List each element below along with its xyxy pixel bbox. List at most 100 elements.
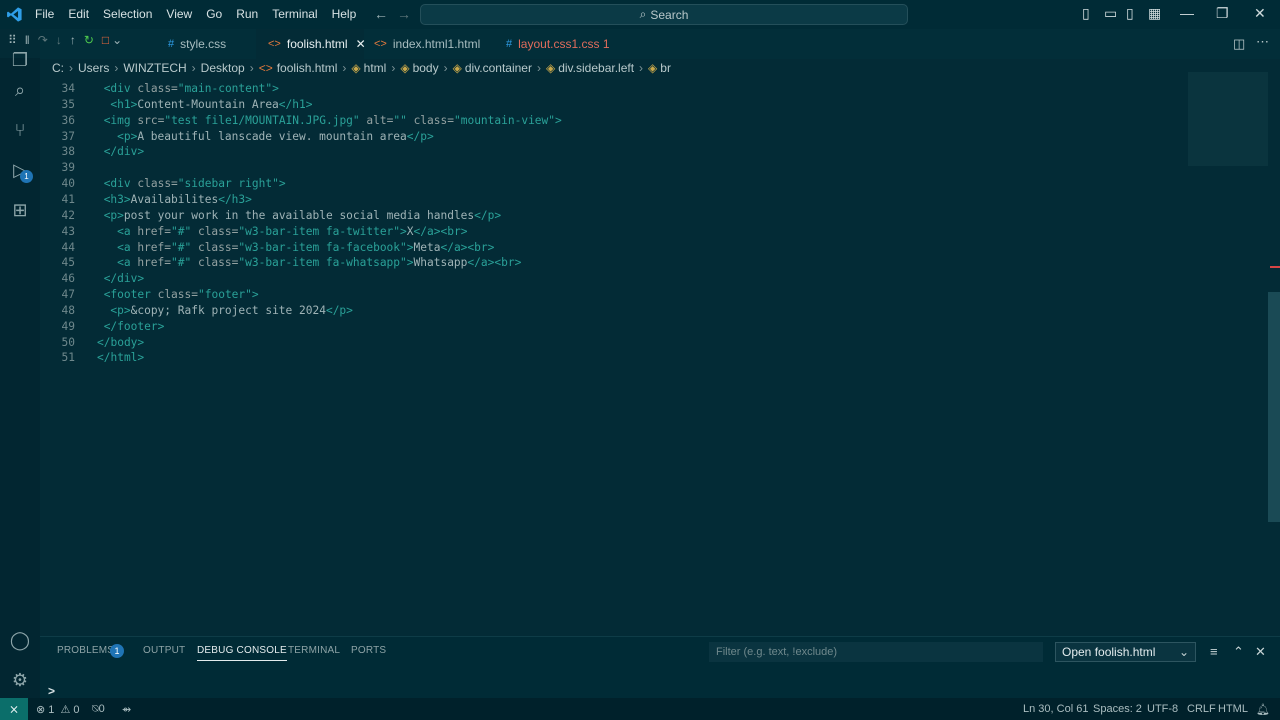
tab-style-css[interactable]: # style.css — [160, 29, 256, 59]
crumb-html[interactable]: html — [364, 61, 387, 75]
crumb-desktop[interactable]: Desktop — [201, 61, 245, 75]
code-line[interactable]: 50 </body> — [40, 335, 145, 351]
tab-problems[interactable]: PROBLEMS — [57, 645, 114, 656]
toggle-panel-icon[interactable]: ▭ — [1104, 5, 1117, 22]
menu-view[interactable]: View — [159, 0, 199, 29]
maximize-panel-icon[interactable]: ⌃ — [1233, 644, 1244, 660]
code-line[interactable]: 45 <a href="#" class="w3-bar-item fa-what… — [40, 255, 522, 271]
command-center-search[interactable]: ⌕ Search — [420, 4, 908, 25]
code-line[interactable]: 41 <h3>Availabilites</h3> — [40, 192, 252, 208]
cursor-position[interactable]: Ln 30, Col 61 — [1023, 703, 1088, 715]
remote-indicator-icon[interactable]: ⨯ — [0, 698, 28, 720]
tab-layout-css[interactable]: # layout.css1.css 1 — [494, 29, 624, 59]
launch-config-select[interactable]: Open foolish.html ⌄ — [1055, 642, 1196, 662]
minimize-icon[interactable]: — — [1180, 5, 1194, 21]
back-arrow-icon[interactable]: ← — [374, 6, 388, 22]
menu-file[interactable]: File — [28, 0, 61, 29]
code-line[interactable]: 36 <img src="test file1/MOUNTAIN.JPG.jpg"… — [40, 113, 562, 129]
clear-console-icon[interactable]: ≡ — [1210, 644, 1218, 659]
tab-foolish-html[interactable]: <> foolish.html ✕ — [256, 29, 366, 59]
menu-selection[interactable]: Selection — [96, 0, 159, 29]
code-line[interactable]: 38 </div> — [40, 144, 145, 160]
tab-ports[interactable]: PORTS — [351, 645, 386, 656]
manage-gear-icon[interactable]: ⚙ — [8, 668, 32, 692]
code-line[interactable]: 44 <a href="#" class="w3-bar-item fa-face… — [40, 240, 495, 256]
crumb-file[interactable]: foolish.html — [277, 61, 338, 75]
code-line[interactable]: 34 <div class="main-content"> — [40, 81, 279, 97]
extensions-icon[interactable]: ⊞ — [8, 198, 32, 222]
code-line[interactable]: 35 <h1>Content-Mountain Area</h1> — [40, 97, 313, 113]
crumb-br[interactable]: br — [660, 61, 671, 75]
tab-output[interactable]: OUTPUT — [143, 645, 185, 656]
crumb-user[interactable]: WINZTECH — [123, 61, 186, 75]
menu-run[interactable]: Run — [229, 0, 265, 29]
pause-icon[interactable]: ‖ — [25, 33, 30, 47]
menu-edit[interactable]: Edit — [61, 0, 96, 29]
error-marker — [1270, 266, 1280, 268]
code-line[interactable]: 48 <p>&copy; Rafk project site 2024</p> — [40, 303, 353, 319]
stop-icon[interactable]: □ — [102, 33, 109, 47]
search-icon[interactable]: ⌕ — [8, 78, 32, 102]
code-line[interactable]: 40 <div class="sidebar right"> — [40, 176, 286, 192]
more-actions-icon[interactable]: ⋯ — [1256, 34, 1269, 50]
errors-indicator[interactable]: ⊗ 1 ⚠ 0 — [36, 703, 80, 716]
menu-terminal[interactable]: Terminal — [265, 0, 324, 29]
chevron-right-icon: › — [69, 61, 73, 75]
step-out-icon[interactable]: ↑ — [70, 33, 76, 47]
editor-scrollbar[interactable] — [1268, 292, 1280, 522]
code-line[interactable]: 37 <p>A beautiful lanscade view. mountain… — [40, 129, 434, 145]
debug-filter-input[interactable] — [709, 642, 1043, 662]
code-line[interactable]: 51 </html> — [40, 350, 145, 366]
code-line[interactable]: 46 </div> — [40, 271, 145, 287]
crumb-body[interactable]: body — [413, 61, 439, 75]
account-icon[interactable]: ◯ — [8, 628, 32, 652]
tab-terminal[interactable]: TERMINAL — [288, 645, 340, 656]
drag-handle-icon[interactable]: ⠿ — [8, 33, 17, 47]
chevron-right-icon: › — [114, 61, 119, 75]
console-prompt[interactable]: > — [48, 684, 55, 698]
minimap[interactable] — [1188, 72, 1268, 166]
symbol-icon: ◈ — [545, 61, 556, 75]
indentation[interactable]: Spaces: 2 — [1093, 703, 1142, 715]
crumb-drive[interactable]: C: — [52, 61, 64, 75]
explorer-icon[interactable]: ❐ — [8, 48, 32, 72]
toggle-secondary-sidebar-icon[interactable]: ▯ — [1126, 5, 1134, 22]
code-line[interactable]: 39 — [40, 160, 75, 176]
line-number: 36 — [61, 113, 75, 127]
source-control-icon[interactable]: ⑂ — [8, 118, 32, 142]
close-panel-icon[interactable]: ✕ — [1255, 644, 1266, 660]
restart-icon[interactable]: ↻ — [84, 33, 94, 47]
vscode-logo-icon — [7, 7, 22, 22]
code-line[interactable]: 42 <p>post your work in the available soc… — [40, 208, 502, 224]
crumb-sidebar[interactable]: div.sidebar.left — [558, 61, 634, 75]
forward-arrow-icon[interactable]: → — [397, 6, 411, 22]
tab-debug-console[interactable]: DEBUG CONSOLE — [197, 645, 287, 661]
symbol-icon: ◈ — [351, 61, 361, 75]
customize-layout-icon[interactable]: ▦ — [1148, 5, 1161, 22]
language-mode[interactable]: HTML — [1218, 703, 1248, 715]
debug-launch-icon[interactable]: ⇴ — [122, 703, 131, 716]
crumb-users[interactable]: Users — [78, 61, 109, 75]
code-line[interactable]: 49 </footer> — [40, 319, 165, 335]
step-into-icon[interactable]: ↓ — [56, 33, 62, 47]
code-editor[interactable]: 34 <div class="main-content"> 35 <h1>Conten… — [40, 81, 1188, 636]
encoding[interactable]: UTF-8 — [1147, 703, 1178, 715]
ports-count: 0 — [98, 703, 105, 715]
notifications-bell-icon[interactable]: 🔔︎ — [1256, 703, 1270, 716]
crumb-container[interactable]: div.container — [465, 61, 532, 75]
code-text: <p>post your work in the available socia… — [103, 208, 502, 222]
code-line[interactable]: 47 <footer class="footer"> — [40, 287, 259, 303]
maximize-icon[interactable]: ❐ — [1216, 5, 1229, 22]
menu-go[interactable]: Go — [199, 0, 229, 29]
step-over-icon[interactable]: ↷ — [38, 33, 48, 47]
code-line[interactable]: 43 <a href="#" class="w3-bar-item fa-twit… — [40, 224, 468, 240]
close-window-icon[interactable]: ✕ — [1254, 5, 1266, 22]
end-of-line[interactable]: CRLF — [1187, 703, 1216, 715]
tab-index-html[interactable]: <> index.html1.html — [364, 29, 494, 59]
toggle-sidebar-icon[interactable]: ▯ — [1082, 5, 1090, 22]
ports-indicator[interactable]: ⍉0 — [92, 703, 105, 716]
line-number: 42 — [61, 208, 75, 222]
chevron-down-icon[interactable]: ⌄ — [112, 33, 122, 47]
split-editor-icon[interactable]: ◫ — [1233, 36, 1245, 52]
menu-help[interactable]: Help — [325, 0, 364, 29]
